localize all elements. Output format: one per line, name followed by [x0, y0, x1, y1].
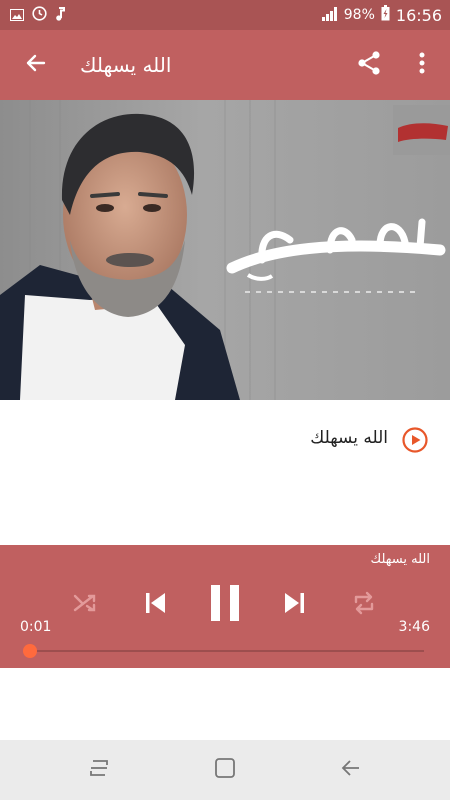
next-button[interactable] [279, 583, 311, 627]
pause-icon [209, 584, 241, 626]
navigation-bar [0, 740, 450, 800]
skip-previous-icon [143, 591, 167, 619]
battery-percent: 98% [343, 7, 375, 23]
pause-button[interactable] [205, 583, 245, 627]
track-title: الله يسهلك [310, 428, 388, 448]
shuffle-button[interactable] [70, 583, 100, 627]
home-button[interactable] [210, 755, 240, 785]
repeat-button[interactable] [349, 583, 379, 627]
recents-icon [87, 756, 111, 784]
album-cover-image [0, 100, 450, 400]
arrow-left-icon [24, 51, 48, 79]
more-vertical-icon [418, 51, 426, 79]
seek-bar[interactable] [30, 650, 424, 652]
app-bar: الله يسهلك [0, 30, 450, 100]
music-note-icon [55, 6, 65, 25]
clock: 16:56 [395, 5, 442, 25]
status-bar: 98% 16:56 [0, 0, 450, 30]
recents-button[interactable] [84, 755, 114, 785]
now-playing-title: الله يسهلك [370, 552, 430, 567]
share-icon [356, 50, 382, 80]
back-button[interactable] [8, 30, 64, 100]
page-title: الله يسهلك [80, 53, 172, 77]
list-item[interactable]: الله يسهلك [0, 416, 450, 466]
skip-next-icon [283, 591, 307, 619]
battery-icon [381, 5, 390, 25]
track-list: الله يسهلك [0, 400, 450, 545]
system-back-button[interactable] [336, 755, 366, 785]
share-button[interactable] [345, 41, 393, 89]
shuffle-icon [73, 592, 97, 618]
back-icon [339, 756, 363, 784]
empty-area [0, 668, 450, 740]
more-options-button[interactable] [400, 41, 444, 89]
elapsed-time: 0:01 [20, 619, 52, 635]
player-panel: الله يسهلك 0:01 3:46 [0, 545, 450, 668]
home-icon [213, 756, 237, 784]
repeat-icon [352, 591, 376, 619]
total-duration: 3:46 [398, 619, 430, 635]
play-circle-icon[interactable] [402, 427, 428, 453]
previous-button[interactable] [139, 583, 171, 627]
timer-icon [32, 5, 47, 25]
signal-icon [321, 6, 338, 25]
image-icon [10, 6, 24, 25]
seek-thumb[interactable] [23, 644, 37, 658]
